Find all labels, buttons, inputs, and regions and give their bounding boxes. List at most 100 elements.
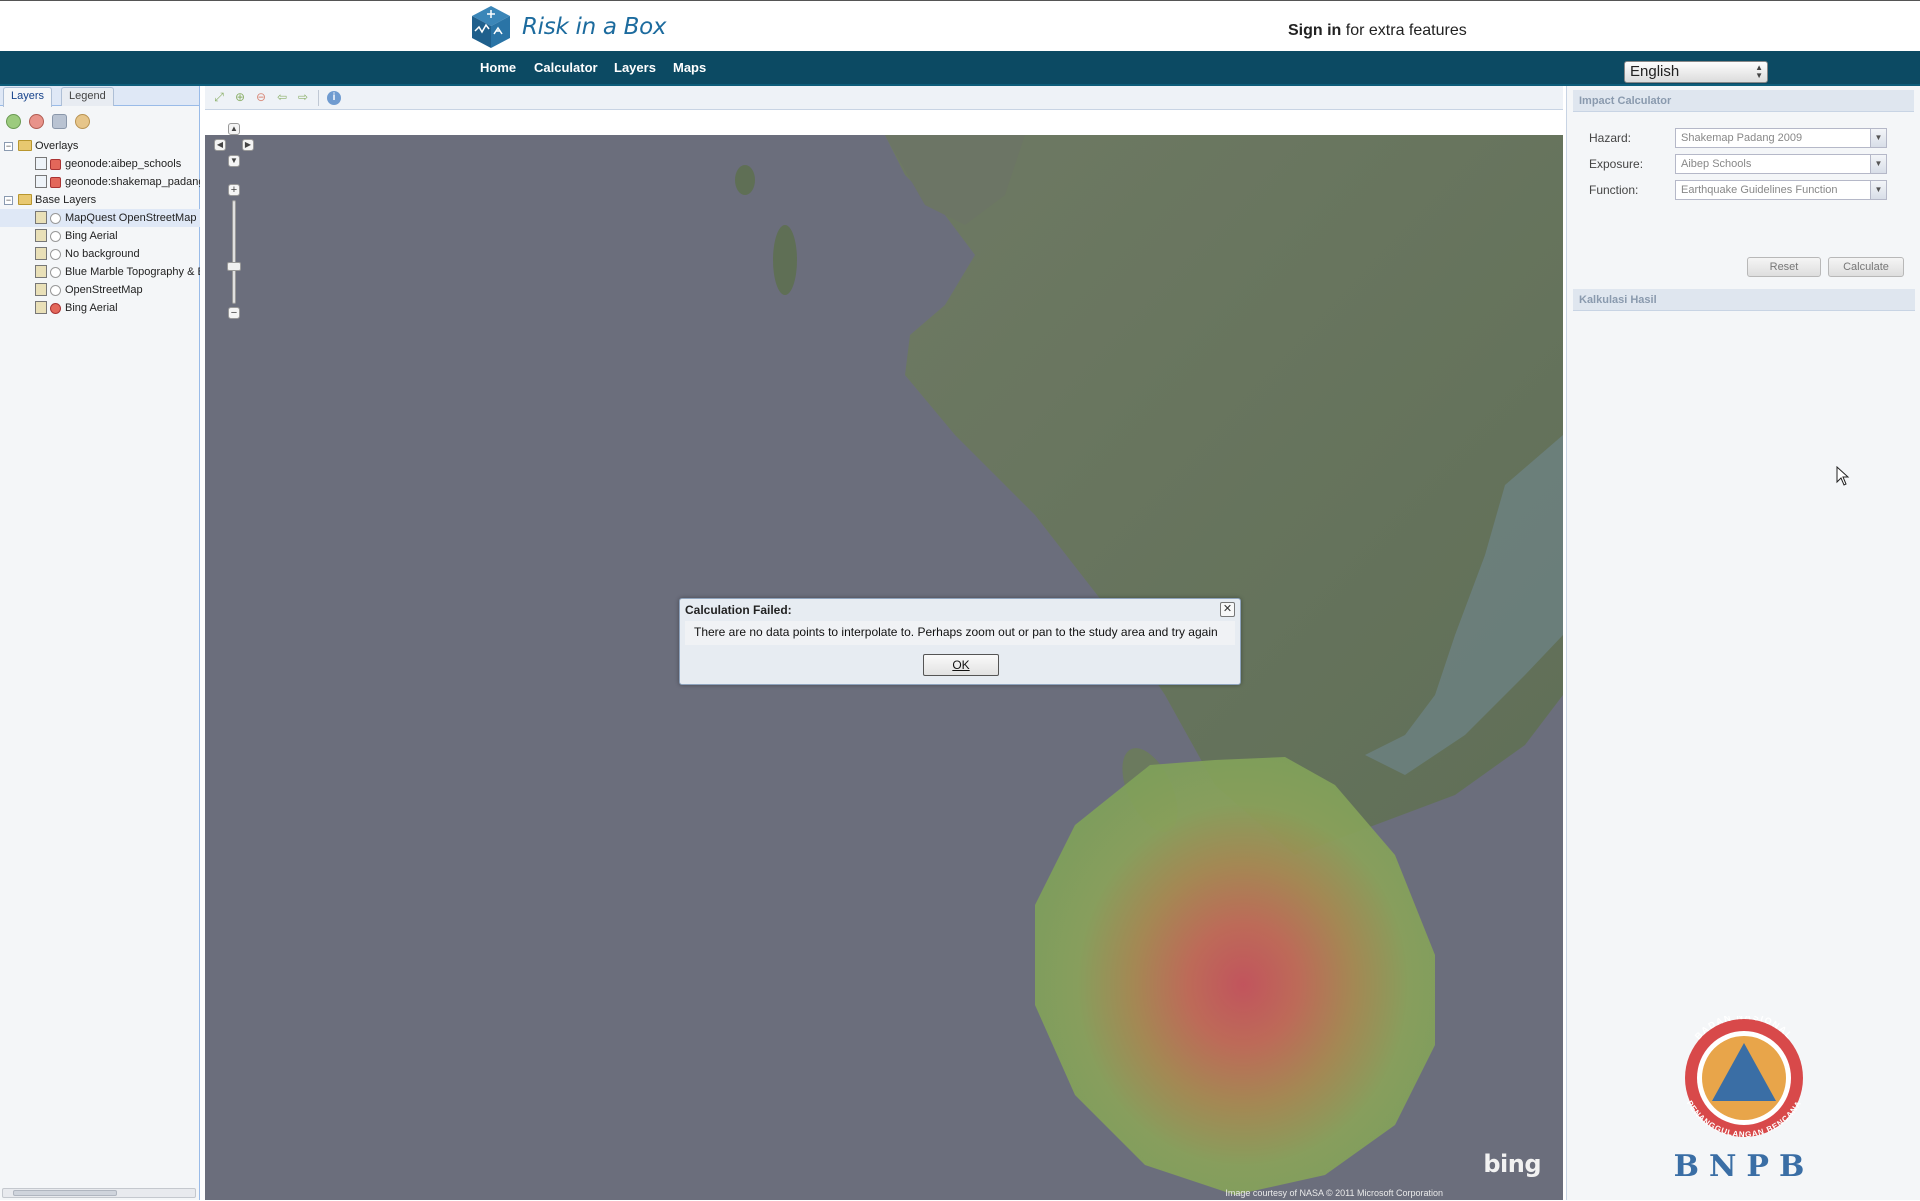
layer-styles-icon[interactable] [75, 114, 90, 129]
collapse-icon[interactable]: − [4, 196, 13, 205]
bing-logo: bing [1483, 1150, 1541, 1178]
nav-home[interactable]: Home [480, 60, 516, 75]
app-title: Risk in a Box [522, 14, 667, 40]
chevron-down-icon[interactable]: ▼ [1870, 155, 1886, 173]
chevron-down-icon[interactable]: ▼ [1870, 181, 1886, 199]
impact-calculator-panel: Impact Calculator Hazard: Shakemap Padan… [1566, 86, 1920, 1200]
signin-area: Sign in for extra features [1288, 22, 1467, 40]
calculate-button[interactable]: Calculate [1828, 257, 1904, 277]
nav-calculator[interactable]: Calculator [534, 60, 598, 75]
layer-tree: − Overlays geonode:aibep_schools geonode… [0, 137, 200, 317]
remove-layer-icon[interactable] [29, 114, 44, 129]
layer-checkbox[interactable] [50, 159, 61, 170]
hazard-select[interactable]: Shakemap Padang 2009 ▼ [1675, 128, 1887, 148]
layers-toolbar [6, 114, 90, 130]
tree-baselayer-row[interactable]: Bing Aerial [0, 227, 200, 245]
tree-baselayer-row[interactable]: Bing Aerial [0, 299, 200, 317]
language-value: English [1630, 63, 1680, 80]
baselayer-radio[interactable] [50, 213, 61, 224]
function-row: Function: Earthquake Guidelines Function… [1589, 180, 1909, 200]
scrollbar-thumb[interactable] [13, 1190, 117, 1196]
results-area [1573, 288, 1915, 1013]
pan-right-icon[interactable]: ▶ [242, 139, 254, 151]
signin-suffix: for extra features [1341, 22, 1467, 39]
pan-left-icon[interactable]: ◀ [214, 139, 226, 151]
pan-up-icon[interactable]: ▲ [228, 123, 240, 135]
language-select[interactable]: English ▲ ▼ [1624, 61, 1768, 83]
raster-layer-icon [35, 175, 47, 188]
baselayer-radio-selected[interactable] [50, 303, 61, 314]
tree-group-base-layers[interactable]: − Base Layers [0, 191, 200, 209]
logo-cube-icon [472, 6, 510, 48]
ok-button[interactable]: OK [923, 654, 999, 676]
tab-legend[interactable]: Legend [61, 87, 114, 106]
folder-icon [18, 140, 32, 151]
vector-layer-icon [35, 157, 47, 170]
toolbar-divider [318, 90, 319, 106]
tile-layer-icon [35, 301, 47, 314]
add-layer-icon[interactable] [6, 114, 21, 129]
close-icon[interactable]: ✕ [1220, 602, 1235, 617]
tree-layer-row[interactable]: geonode:shakemap_padang_2009 [0, 173, 200, 191]
dialog-title: Calculation Failed: [685, 603, 792, 617]
tree-baselayer-row[interactable]: Blue Marble Topography & Bathymetry [0, 263, 200, 281]
baselayer-radio[interactable] [50, 285, 61, 296]
hazard-row: Hazard: Shakemap Padang 2009 ▼ [1589, 128, 1909, 148]
tab-layers[interactable]: Layers [3, 87, 53, 107]
layer-properties-icon[interactable] [52, 114, 67, 129]
zoom-slider-track[interactable] [232, 200, 236, 304]
zoom-out-icon[interactable]: − [228, 307, 240, 319]
exposure-row: Exposure: Aibep Schools ▼ [1589, 154, 1909, 174]
zoom-out-box-icon[interactable]: ⊖ [254, 91, 268, 104]
tile-layer-icon [35, 211, 47, 224]
layer-name: Bing Aerial [65, 302, 118, 314]
bnpb-seal: BADAN NASIONAL PENANGGULANGAN BENCANA BN… [1674, 1011, 1815, 1184]
hazard-value: Shakemap Padang 2009 [1681, 132, 1803, 144]
hazard-label: Hazard: [1589, 131, 1632, 145]
function-value: Earthquake Guidelines Function [1681, 184, 1838, 196]
layer-name: Bing Aerial [65, 230, 118, 242]
function-select[interactable]: Earthquake Guidelines Function ▼ [1675, 180, 1887, 200]
nav-maps[interactable]: Maps [673, 60, 706, 75]
chevron-down-icon[interactable]: ▼ [1870, 129, 1886, 147]
function-label: Function: [1589, 183, 1639, 197]
bnpb-text: BNPB [1674, 1149, 1815, 1184]
tile-layer-icon [35, 283, 47, 296]
header: Risk in a Box Sign in for extra features [0, 0, 1920, 51]
app-logo[interactable]: Risk in a Box [470, 4, 667, 50]
tree-layer-row[interactable]: geonode:aibep_schools [0, 155, 200, 173]
layer-checkbox[interactable] [50, 177, 61, 188]
bnpb-logo: BADAN NASIONAL PENANGGULANGAN BENCANA BN… [1573, 1011, 1915, 1196]
map-attribution: Image courtesy of NASA © 2011 Microsoft … [1225, 1188, 1443, 1198]
zoom-in-box-icon[interactable]: ⊕ [233, 91, 247, 104]
zoom-slider-thumb[interactable] [227, 262, 241, 271]
history-forward-icon[interactable]: ⇨ [296, 91, 310, 104]
baselayer-radio[interactable] [50, 249, 61, 260]
history-back-icon[interactable]: ⇦ [275, 91, 289, 104]
dialog-message: There are no data points to interpolate … [685, 621, 1235, 645]
tree-group-label: Overlays [35, 140, 79, 152]
signin-link[interactable]: Sign in [1288, 22, 1341, 39]
error-dialog: Calculation Failed: ✕ There are no data … [679, 598, 1241, 685]
pan-down-icon[interactable]: ▼ [228, 155, 240, 167]
layer-name: geonode:shakemap_padang_2009 [65, 176, 200, 188]
exposure-value: Aibep Schools [1681, 158, 1752, 170]
collapse-icon[interactable]: − [4, 142, 13, 151]
tree-baselayer-row[interactable]: No background [0, 245, 200, 263]
reset-button[interactable]: Reset [1747, 257, 1821, 277]
tree-baselayer-row[interactable]: OpenStreetMap [0, 281, 200, 299]
exposure-select[interactable]: Aibep Schools ▼ [1675, 154, 1887, 174]
horizontal-scrollbar[interactable] [2, 1188, 196, 1198]
baselayer-radio[interactable] [50, 231, 61, 242]
nav-layers[interactable]: Layers [614, 60, 656, 75]
zoom-extent-icon[interactable]: ⤢ [212, 91, 226, 104]
zoom-in-icon[interactable]: + [228, 184, 240, 196]
layers-tabbar: Layers Legend [0, 86, 199, 107]
layer-name: No background [65, 248, 140, 260]
map-top-strip [205, 110, 1563, 135]
tree-baselayer-row[interactable]: MapQuest OpenStreetMap [0, 209, 200, 227]
tree-group-overlays[interactable]: − Overlays [0, 137, 200, 155]
baselayer-radio[interactable] [50, 267, 61, 278]
info-icon[interactable]: i [327, 91, 341, 105]
mouse-cursor-icon [1836, 466, 1850, 486]
